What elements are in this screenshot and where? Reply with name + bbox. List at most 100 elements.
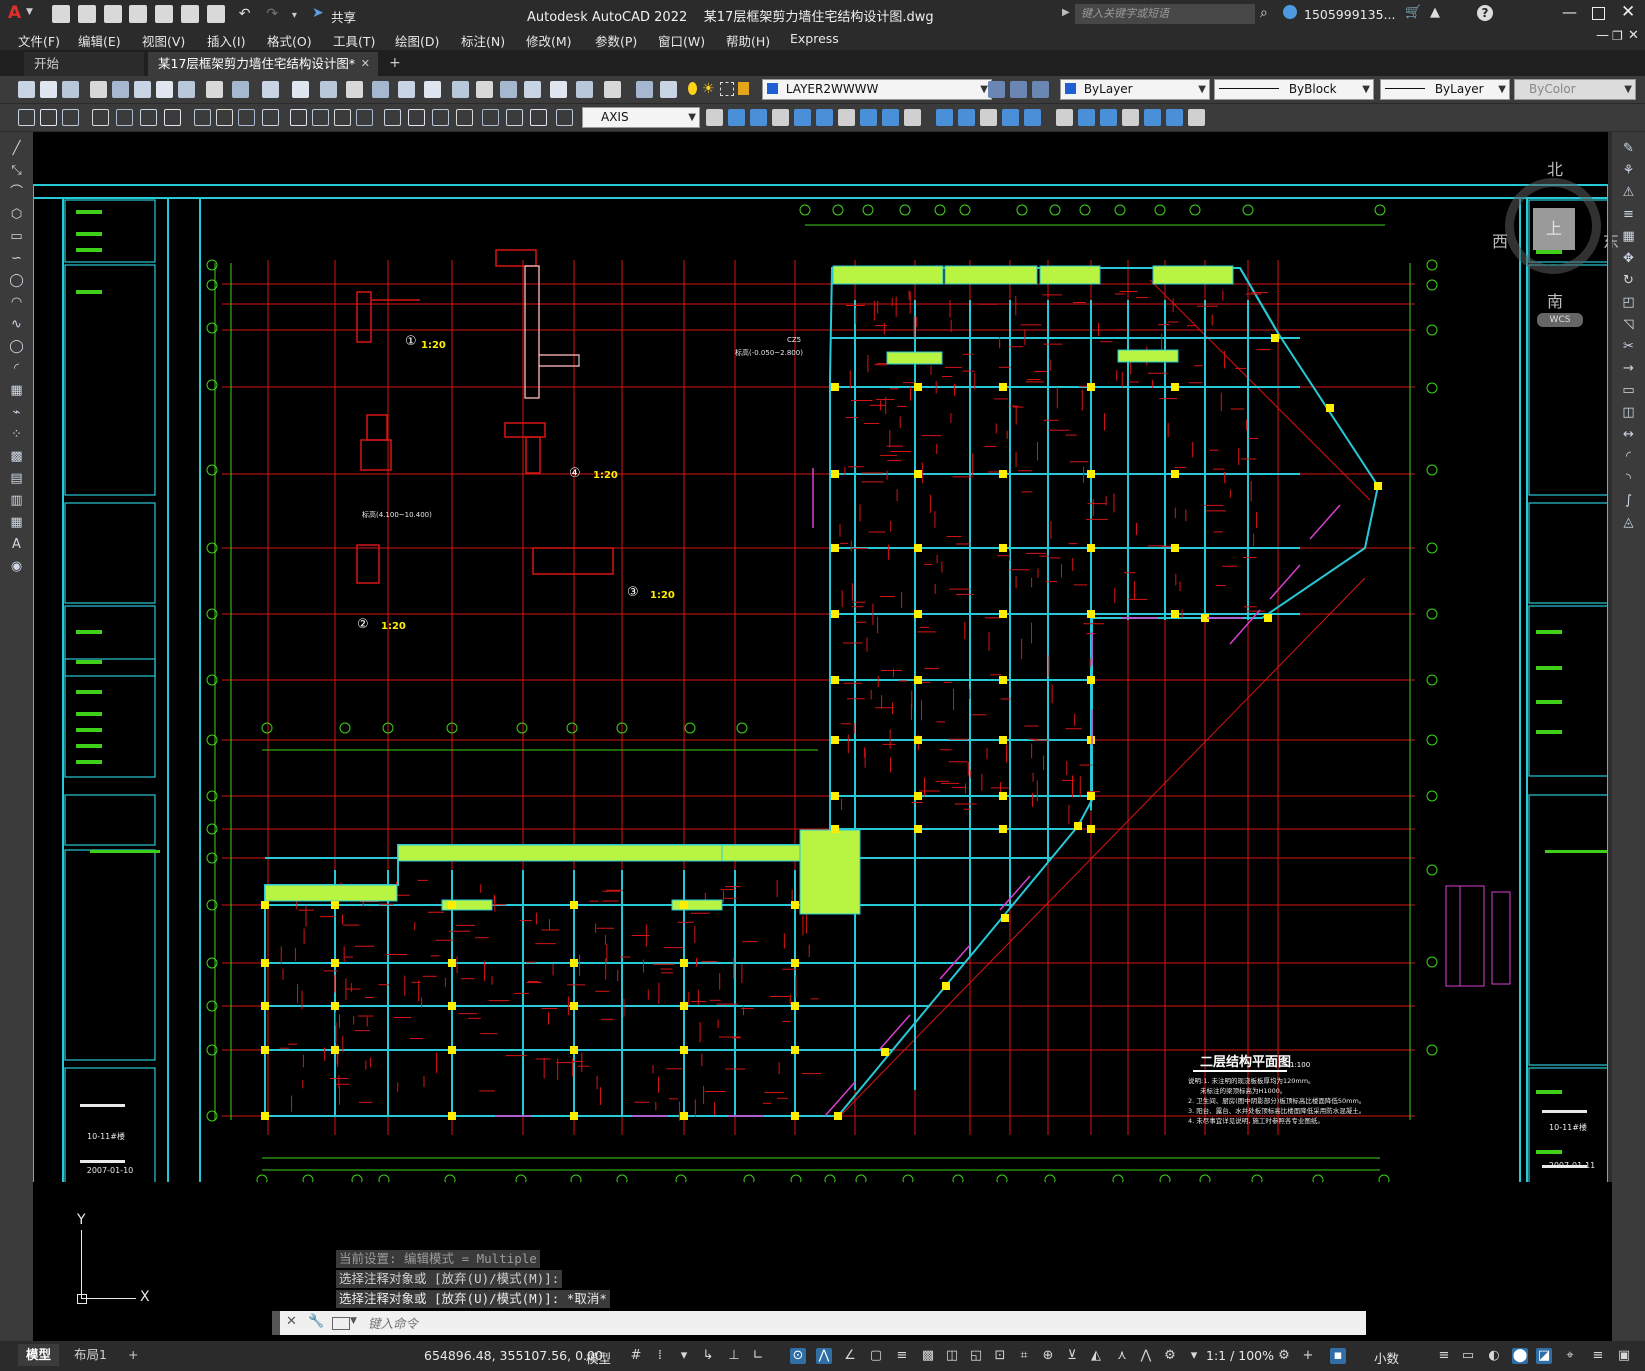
menu-modify[interactable]: 修改(M) [526,31,572,50]
dimension-tool-icon[interactable] [290,109,307,126]
status-toggle-icon[interactable]: ◐ [1486,1348,1502,1364]
toolbar-icon[interactable] [424,81,441,98]
status-toggle-icon[interactable]: ↳ [700,1348,716,1364]
status-toggle-icon[interactable]: ⊕ [1040,1348,1056,1364]
status-toggle-icon[interactable]: ⊻ [1064,1348,1080,1364]
dimension-tool-icon[interactable] [116,109,133,126]
toolbar-icon[interactable] [452,81,469,98]
toolbar-icon[interactable] [636,81,653,98]
toolbar-icon[interactable] [500,81,517,98]
coordinates-readout[interactable]: 654896.48, 355107.56, 0.00 [424,1348,603,1363]
dimension-tool-icon[interactable] [18,109,35,126]
compass-north[interactable]: 北 [1547,156,1563,180]
draw-tool-icon[interactable]: ◯ [8,338,25,355]
user-icon[interactable] [1283,5,1297,19]
search-icon[interactable]: ⌕ [1260,5,1268,21]
dimension-tool-icon[interactable] [92,109,109,126]
toolbar-icon[interactable] [156,81,173,98]
modify-tool-icon[interactable] [1100,109,1117,126]
status-toggle-icon[interactable]: ◪ [1536,1348,1552,1364]
dimension-tool-icon[interactable] [140,109,157,126]
customize-qat-icon[interactable]: ▾ [292,10,297,21]
modify-tool-icon[interactable]: ◬ [1620,514,1637,531]
draw-tool-icon[interactable]: A [8,536,25,553]
save-web-icon[interactable] [181,5,200,23]
drawing-canvas[interactable]: 10-11#楼 2007-01-10 10-11#楼 2007-01-11 ① … [32,132,1619,1305]
draw-tool-icon[interactable]: ∿ [8,316,25,333]
modify-tool-icon[interactable] [1188,109,1205,126]
status-toggle-icon[interactable]: ⊙ [790,1348,806,1364]
modify-tool-icon[interactable]: ✎ [1620,140,1637,157]
vertical-scrollbar[interactable] [1608,132,1612,1182]
compass-west[interactable]: 西 [1492,228,1508,252]
toolbar-icon[interactable] [178,81,195,98]
add-layout-button[interactable]: + [120,1344,146,1366]
toolbar-icon[interactable] [292,81,309,98]
draw-tool-icon[interactable]: ▭ [8,228,25,245]
recent-commands-icon[interactable] [332,1317,350,1330]
draw-tool-icon[interactable]: ◜ [8,360,25,377]
tab-start[interactable]: 开始 [24,52,144,76]
modify-tool-icon[interactable] [860,109,877,126]
dimension-tool-icon[interactable] [530,109,547,126]
toolbar-icon[interactable] [346,81,363,98]
doc-restore-button[interactable]: ❐ [1612,29,1623,43]
model-space-button[interactable]: 模型 [586,1348,611,1367]
status-toggle-icon[interactable]: ▩ [920,1348,936,1364]
status-toggle-icon[interactable]: ⌖ [1562,1348,1578,1364]
tab-close-icon[interactable]: ✕ [361,52,370,76]
status-toggle-icon[interactable]: ∟ [750,1348,766,1364]
status-toggle-icon[interactable]: ∠ [842,1348,858,1364]
draw-tool-icon[interactable]: ▦ [8,514,25,531]
draw-tool-icon[interactable]: ⌒ [8,184,25,201]
status-toggle-icon[interactable]: ⬤ [1512,1348,1528,1364]
open-icon[interactable] [77,5,96,23]
plot-icon[interactable] [206,5,225,23]
toolbar-icon[interactable] [62,81,79,98]
menu-edit[interactable]: 编辑(E) [78,31,121,50]
status-toggle-icon[interactable]: ≡ [1436,1348,1452,1364]
modify-tool-icon[interactable]: ↔ [1620,426,1637,443]
dimension-tool-icon[interactable] [384,109,401,126]
layer-dropdown[interactable]: LAYER2WWWW ▼ [762,79,992,100]
menu-dimension[interactable]: 标注(N) [461,31,505,50]
status-toggle-icon[interactable]: ▾ [1186,1348,1202,1364]
dimension-tool-icon[interactable] [216,109,233,126]
status-toggle-icon[interactable]: ⚙ [1276,1348,1292,1364]
status-toggle-icon[interactable]: ◭ [1088,1348,1104,1364]
status-toggle-icon[interactable]: ▣ [1616,1348,1632,1364]
draw-tool-icon[interactable]: ◯ [8,272,25,289]
menu-help[interactable]: 帮助(H) [726,31,770,50]
toolbar-icon[interactable] [206,81,223,98]
save-icon[interactable] [103,5,122,23]
status-toggle-icon[interactable]: ▾ [676,1348,692,1364]
layer-properties-icon[interactable] [1032,81,1049,98]
modify-tool-icon[interactable]: ◝ [1620,470,1637,487]
status-toggle-icon[interactable]: ⌗ [1016,1348,1032,1364]
modify-tool-icon[interactable] [882,109,899,126]
draw-tool-icon[interactable]: ◉ [8,558,25,575]
modify-tool-icon[interactable] [750,109,767,126]
modify-tool-icon[interactable] [728,109,745,126]
maximize-button[interactable] [1592,7,1605,20]
draw-tool-icon[interactable]: ▤ [8,470,25,487]
menu-express[interactable]: Express [790,31,839,46]
modify-tool-icon[interactable]: ✂ [1620,338,1637,355]
minimize-button[interactable]: — [1562,3,1577,21]
units-dropdown[interactable]: 小数 [1374,1348,1399,1367]
tab-model[interactable]: 模型 [18,1344,60,1366]
undo-icon[interactable]: ↶ [239,6,251,22]
modify-tool-icon[interactable] [1166,109,1183,126]
toolbar-icon[interactable] [232,81,249,98]
toolbar-icon[interactable] [320,81,337,98]
dimension-tool-icon[interactable] [62,109,79,126]
toolbar-icon[interactable] [262,81,279,98]
share-icon[interactable]: ➤ [312,5,324,21]
toolbar-icon[interactable] [476,81,493,98]
save-as-icon[interactable] [129,5,148,23]
modify-tool-icon[interactable] [1078,109,1095,126]
dimension-tool-icon[interactable] [164,109,181,126]
modify-tool-icon[interactable] [904,109,921,126]
menu-insert[interactable]: 插入(I) [207,31,245,50]
modify-tool-icon[interactable] [1024,109,1041,126]
